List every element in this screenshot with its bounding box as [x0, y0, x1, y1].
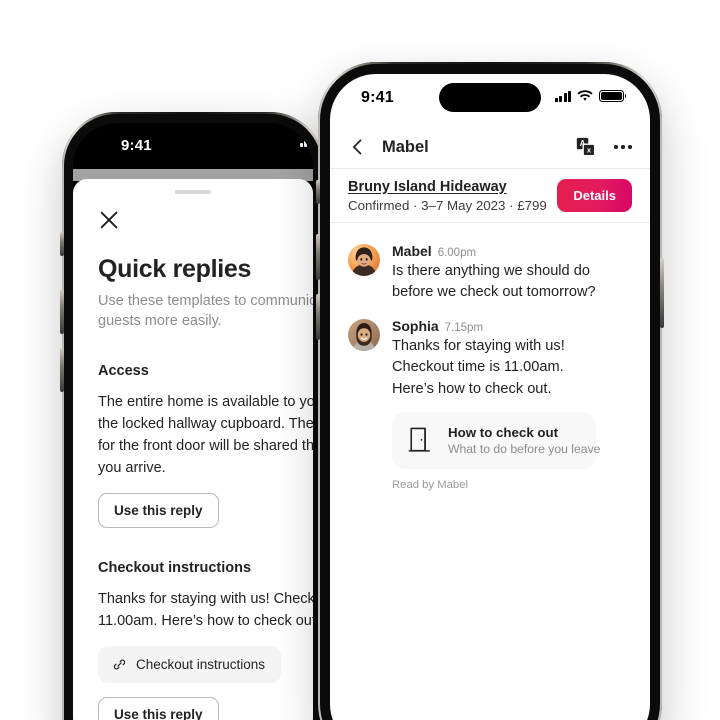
quick-replies-sheet: Quick replies Use these templates to com…	[73, 179, 313, 720]
cellular-bars-icon	[554, 90, 571, 102]
quick-reply-section-access: Access The entire home is available to y…	[98, 363, 313, 529]
right-phone-device: 9:41 Mabel A x Bruny Island Hideaway Con…	[316, 62, 664, 720]
right-status-bar: 9:41	[330, 74, 650, 126]
chevron-left-icon[interactable]	[348, 137, 368, 157]
section-body-line: you arrive.	[98, 460, 166, 477]
close-x-icon[interactable]	[98, 209, 120, 231]
details-button[interactable]: Details	[557, 179, 632, 212]
sheet-drag-handle[interactable]	[175, 190, 211, 194]
page-subtitle-line-1: Use these templates to communicate	[98, 293, 313, 309]
use-this-reply-button-checkout[interactable]: Use this reply	[98, 697, 219, 720]
navbar-actions: A x	[576, 137, 632, 157]
guide-card-subtitle: What to do before you leave	[448, 441, 601, 456]
right-phone-power-button[interactable]	[660, 258, 664, 328]
section-title: Access	[98, 363, 149, 380]
read-receipt: Read by Mabel	[392, 478, 468, 491]
message-header: Sophia 7.15pm	[392, 318, 596, 334]
section-body-line: Thanks for staying with us! Checkout	[98, 591, 313, 608]
section-body-line: for the front door will be shared the	[98, 438, 313, 455]
message-text-line: Here’s how to check out.	[392, 380, 552, 397]
left-phone-volume-up-button[interactable]	[60, 290, 64, 334]
message-text-line: Checkout time is 11.00am.	[392, 359, 564, 376]
battery-full-icon	[599, 90, 627, 102]
left-phone-notch	[159, 123, 267, 137]
booking-meta: Confirmed · 3–7 May 2023 · £799	[348, 197, 547, 213]
conversation-navbar: Mabel A x	[330, 126, 650, 168]
use-this-reply-button-access[interactable]: Use this reply	[98, 493, 219, 529]
booking-text: Bruny Island Hideaway Confirmed · 3–7 Ma…	[348, 179, 557, 213]
right-phone-screen: 9:41 Mabel A x Bruny Island Hideaway Con…	[330, 74, 650, 720]
wifi-icon	[577, 90, 593, 102]
left-status-bar: 9:41	[73, 123, 313, 169]
status-indicators	[554, 90, 627, 102]
left-phone-volume-down-button[interactable]	[60, 348, 64, 392]
message-header: Mabel 6.00pm	[392, 243, 596, 259]
screenshot-canvas: 9:41 Quick replies Use these templates t…	[0, 0, 720, 720]
dynamic-island	[439, 83, 541, 112]
section-title: Checkout instructions	[98, 560, 252, 577]
section-body-line: the locked hallway cupboard. The ac	[98, 416, 313, 433]
message-sender: Sophia	[392, 318, 439, 335]
quick-replies-content: Quick replies Use these templates to com…	[73, 255, 313, 720]
status-time: 9:41	[361, 89, 394, 106]
listing-name-link[interactable]: Bruny Island Hideaway	[348, 179, 557, 195]
link-chain-icon	[112, 657, 127, 672]
door-icon	[408, 426, 432, 454]
right-phone-volume-up-button[interactable]	[316, 234, 320, 280]
message-timestamp: 6.00pm	[437, 247, 477, 259]
right-phone-volume-down-button[interactable]	[316, 294, 320, 340]
guide-card-text: How to check out What to do before you l…	[448, 425, 600, 456]
left-phone-screen: 9:41 Quick replies Use these templates t…	[73, 123, 313, 720]
left-phone-device: 9:41 Quick replies Use these templates t…	[60, 112, 326, 720]
message-item: Sophia 7.15pm Thanks for staying with us…	[348, 317, 632, 491]
quick-reply-section-checkout: Checkout instructions Thanks for staying…	[98, 560, 313, 720]
section-body-line: The entire home is available to you, e	[98, 394, 313, 411]
section-body-line: 11.00am. Here’s how to check out.	[98, 613, 313, 630]
translate-icon[interactable]: A x	[576, 137, 596, 157]
conversation-title: Mabel	[382, 137, 429, 156]
cellular-bars-icon	[299, 141, 307, 147]
page-title: Quick replies	[98, 255, 252, 283]
left-status-time: 9:41	[121, 137, 152, 154]
message-sender: Mabel	[392, 243, 432, 259]
booking-summary-bar: Bruny Island Hideaway Confirmed · 3–7 Ma…	[330, 168, 650, 223]
chip-label: Checkout instructions	[136, 657, 266, 673]
avatar-sophia[interactable]	[348, 319, 380, 352]
more-options-icon[interactable]	[614, 145, 632, 149]
message-text-line: before we check out tomorrow?	[392, 284, 596, 301]
guide-card-title: How to check out	[448, 424, 559, 440]
message-text-line: Thanks for staying with us!	[392, 338, 565, 355]
left-phone-mute-switch[interactable]	[60, 232, 64, 256]
message-text-line: Is there anything we should do	[392, 263, 590, 279]
message-content: Sophia 7.15pm Thanks for staying with us…	[392, 317, 600, 491]
message-item: Mabel 6.00pm Is there anything we should…	[348, 242, 632, 303]
message-content: Mabel 6.00pm Is there anything we should…	[392, 242, 596, 303]
message-thread: Mabel 6.00pm Is there anything we should…	[330, 224, 650, 720]
avatar-mabel[interactable]	[348, 244, 380, 276]
page-subtitle-line-2: guests more easily.	[98, 312, 222, 329]
checkout-guide-card[interactable]: How to check out What to do before you l…	[392, 411, 600, 469]
message-timestamp: 7.15pm	[444, 322, 484, 335]
right-phone-mute-switch[interactable]	[316, 180, 320, 204]
checkout-instructions-attachment-chip[interactable]: Checkout instructions	[98, 646, 282, 684]
